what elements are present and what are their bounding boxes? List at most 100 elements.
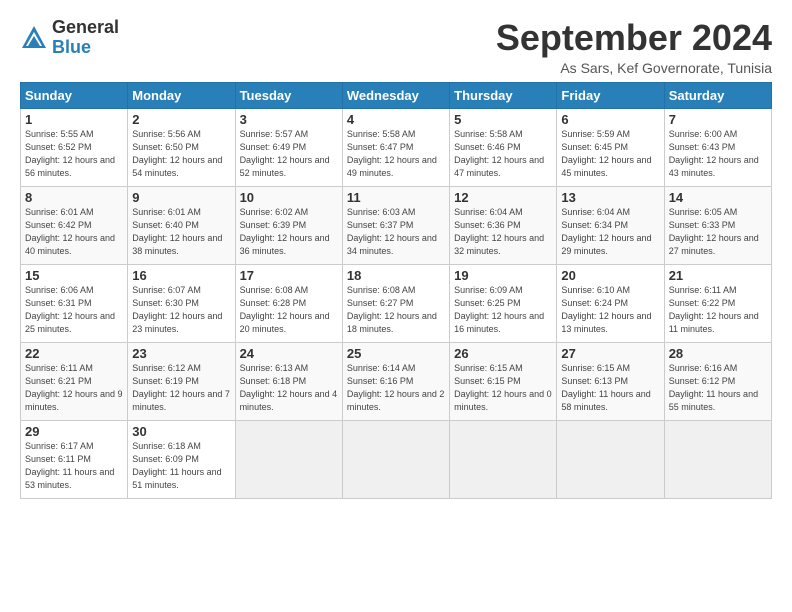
day-detail: Sunrise: 5:58 AMSunset: 6:46 PMDaylight:… [454,129,544,178]
table-cell [450,420,557,498]
col-sunday: Sunday [21,82,128,108]
day-number: 20 [561,268,659,283]
table-cell: 14 Sunrise: 6:05 AMSunset: 6:33 PMDaylig… [664,186,771,264]
table-cell: 23 Sunrise: 6:12 AMSunset: 6:19 PMDaylig… [128,342,235,420]
day-number: 25 [347,346,445,361]
day-detail: Sunrise: 6:07 AMSunset: 6:30 PMDaylight:… [132,285,222,334]
day-number: 18 [347,268,445,283]
table-cell [557,420,664,498]
table-cell: 1 Sunrise: 5:55 AMSunset: 6:52 PMDayligh… [21,108,128,186]
day-number: 17 [240,268,338,283]
day-number: 27 [561,346,659,361]
table-cell: 21 Sunrise: 6:11 AMSunset: 6:22 PMDaylig… [664,264,771,342]
day-number: 12 [454,190,552,205]
table-row: 8 Sunrise: 6:01 AMSunset: 6:42 PMDayligh… [21,186,772,264]
day-detail: Sunrise: 6:18 AMSunset: 6:09 PMDaylight:… [132,441,221,490]
col-thursday: Thursday [450,82,557,108]
table-row: 29 Sunrise: 6:17 AMSunset: 6:11 PMDaylig… [21,420,772,498]
day-detail: Sunrise: 6:15 AMSunset: 6:15 PMDaylight:… [454,363,552,412]
table-cell: 26 Sunrise: 6:15 AMSunset: 6:15 PMDaylig… [450,342,557,420]
day-detail: Sunrise: 6:09 AMSunset: 6:25 PMDaylight:… [454,285,544,334]
day-number: 26 [454,346,552,361]
table-row: 1 Sunrise: 5:55 AMSunset: 6:52 PMDayligh… [21,108,772,186]
day-number: 21 [669,268,767,283]
day-number: 2 [132,112,230,127]
day-detail: Sunrise: 6:14 AMSunset: 6:16 PMDaylight:… [347,363,445,412]
day-detail: Sunrise: 6:15 AMSunset: 6:13 PMDaylight:… [561,363,650,412]
table-cell: 16 Sunrise: 6:07 AMSunset: 6:30 PMDaylig… [128,264,235,342]
day-detail: Sunrise: 6:11 AMSunset: 6:22 PMDaylight:… [669,285,759,334]
day-detail: Sunrise: 6:01 AMSunset: 6:40 PMDaylight:… [132,207,222,256]
day-number: 1 [25,112,123,127]
day-number: 16 [132,268,230,283]
day-detail: Sunrise: 6:04 AMSunset: 6:34 PMDaylight:… [561,207,651,256]
header: General Blue September 2024 As Sars, Kef… [20,18,772,76]
table-cell: 2 Sunrise: 5:56 AMSunset: 6:50 PMDayligh… [128,108,235,186]
table-cell: 17 Sunrise: 6:08 AMSunset: 6:28 PMDaylig… [235,264,342,342]
table-cell [664,420,771,498]
day-number: 19 [454,268,552,283]
col-saturday: Saturday [664,82,771,108]
table-cell: 3 Sunrise: 5:57 AMSunset: 6:49 PMDayligh… [235,108,342,186]
table-cell: 7 Sunrise: 6:00 AMSunset: 6:43 PMDayligh… [664,108,771,186]
day-detail: Sunrise: 6:16 AMSunset: 6:12 PMDaylight:… [669,363,758,412]
day-detail: Sunrise: 6:05 AMSunset: 6:33 PMDaylight:… [669,207,759,256]
col-friday: Friday [557,82,664,108]
day-number: 28 [669,346,767,361]
logo: General Blue [20,18,119,58]
calendar-page: General Blue September 2024 As Sars, Kef… [0,0,792,509]
logo-text-general: General [52,17,119,37]
day-number: 29 [25,424,123,439]
day-number: 14 [669,190,767,205]
day-number: 30 [132,424,230,439]
table-row: 22 Sunrise: 6:11 AMSunset: 6:21 PMDaylig… [21,342,772,420]
col-monday: Monday [128,82,235,108]
title-block: September 2024 As Sars, Kef Governorate,… [496,18,772,76]
table-cell: 10 Sunrise: 6:02 AMSunset: 6:39 PMDaylig… [235,186,342,264]
table-cell: 25 Sunrise: 6:14 AMSunset: 6:16 PMDaylig… [342,342,449,420]
day-number: 24 [240,346,338,361]
header-row: Sunday Monday Tuesday Wednesday Thursday… [21,82,772,108]
table-cell: 4 Sunrise: 5:58 AMSunset: 6:47 PMDayligh… [342,108,449,186]
table-cell: 15 Sunrise: 6:06 AMSunset: 6:31 PMDaylig… [21,264,128,342]
day-number: 9 [132,190,230,205]
day-detail: Sunrise: 6:02 AMSunset: 6:39 PMDaylight:… [240,207,330,256]
day-number: 8 [25,190,123,205]
day-number: 15 [25,268,123,283]
table-cell: 24 Sunrise: 6:13 AMSunset: 6:18 PMDaylig… [235,342,342,420]
table-cell [235,420,342,498]
day-detail: Sunrise: 6:00 AMSunset: 6:43 PMDaylight:… [669,129,759,178]
day-detail: Sunrise: 6:08 AMSunset: 6:28 PMDaylight:… [240,285,330,334]
day-detail: Sunrise: 5:56 AMSunset: 6:50 PMDaylight:… [132,129,222,178]
calendar-table: Sunday Monday Tuesday Wednesday Thursday… [20,82,772,499]
day-detail: Sunrise: 6:01 AMSunset: 6:42 PMDaylight:… [25,207,115,256]
day-detail: Sunrise: 6:06 AMSunset: 6:31 PMDaylight:… [25,285,115,334]
table-cell: 27 Sunrise: 6:15 AMSunset: 6:13 PMDaylig… [557,342,664,420]
col-tuesday: Tuesday [235,82,342,108]
logo-text-blue: Blue [52,37,91,57]
day-detail: Sunrise: 5:59 AMSunset: 6:45 PMDaylight:… [561,129,651,178]
day-detail: Sunrise: 5:55 AMSunset: 6:52 PMDaylight:… [25,129,115,178]
table-cell: 29 Sunrise: 6:17 AMSunset: 6:11 PMDaylig… [21,420,128,498]
table-cell: 30 Sunrise: 6:18 AMSunset: 6:09 PMDaylig… [128,420,235,498]
day-detail: Sunrise: 6:10 AMSunset: 6:24 PMDaylight:… [561,285,651,334]
table-cell: 19 Sunrise: 6:09 AMSunset: 6:25 PMDaylig… [450,264,557,342]
day-detail: Sunrise: 6:13 AMSunset: 6:18 PMDaylight:… [240,363,338,412]
day-detail: Sunrise: 6:12 AMSunset: 6:19 PMDaylight:… [132,363,230,412]
table-cell: 22 Sunrise: 6:11 AMSunset: 6:21 PMDaylig… [21,342,128,420]
table-cell [342,420,449,498]
table-cell: 9 Sunrise: 6:01 AMSunset: 6:40 PMDayligh… [128,186,235,264]
day-number: 4 [347,112,445,127]
day-number: 22 [25,346,123,361]
calendar-title: September 2024 [496,18,772,58]
table-cell: 28 Sunrise: 6:16 AMSunset: 6:12 PMDaylig… [664,342,771,420]
calendar-subtitle: As Sars, Kef Governorate, Tunisia [496,60,772,76]
table-cell: 18 Sunrise: 6:08 AMSunset: 6:27 PMDaylig… [342,264,449,342]
day-detail: Sunrise: 5:57 AMSunset: 6:49 PMDaylight:… [240,129,330,178]
table-cell: 8 Sunrise: 6:01 AMSunset: 6:42 PMDayligh… [21,186,128,264]
day-detail: Sunrise: 6:17 AMSunset: 6:11 PMDaylight:… [25,441,114,490]
day-number: 5 [454,112,552,127]
table-cell: 6 Sunrise: 5:59 AMSunset: 6:45 PMDayligh… [557,108,664,186]
table-cell: 11 Sunrise: 6:03 AMSunset: 6:37 PMDaylig… [342,186,449,264]
day-number: 7 [669,112,767,127]
